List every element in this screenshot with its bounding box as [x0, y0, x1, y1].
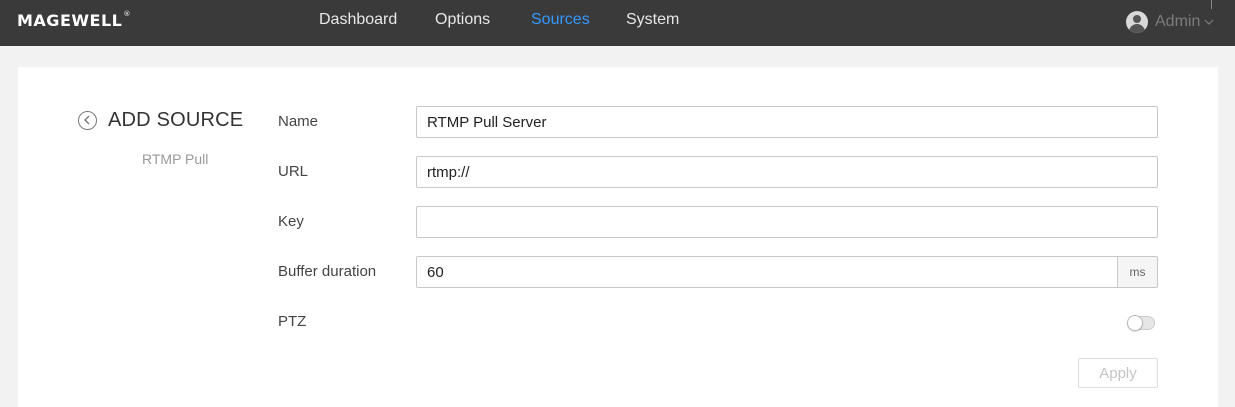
name-field[interactable]: [416, 106, 1158, 138]
top-navigation-bar: MAGEWELL® Dashboard Options Sources Syst…: [0, 0, 1235, 46]
apply-button[interactable]: Apply: [1078, 358, 1158, 388]
key-label: Key: [278, 213, 304, 230]
source-type-subtitle: RTMP Pull: [142, 151, 209, 167]
page-title: ADD SOURCE: [108, 109, 244, 131]
chevron-left-circle-icon: [78, 111, 97, 130]
ptz-toggle[interactable]: [1127, 315, 1155, 331]
url-field[interactable]: [416, 156, 1158, 188]
chevron-down-icon: [1204, 17, 1214, 27]
ptz-label: PTZ: [278, 313, 307, 330]
key-field[interactable]: [416, 206, 1158, 238]
toggle-knob: [1127, 315, 1143, 331]
logo-text: MAGEWELL: [17, 11, 123, 30]
nav-system[interactable]: System: [626, 11, 679, 29]
buffer-duration-label: Buffer duration: [278, 263, 377, 280]
buffer-duration-field[interactable]: [416, 256, 1118, 288]
scrollbar-marker: [1211, 0, 1212, 9]
nav-options[interactable]: Options: [435, 11, 490, 29]
back-button[interactable]: ADD SOURCE: [78, 109, 243, 132]
name-label: Name: [278, 113, 319, 130]
registered-mark: ®: [123, 10, 131, 18]
user-name: Admin: [1155, 13, 1201, 30]
nav-dashboard[interactable]: Dashboard: [319, 11, 397, 29]
user-menu[interactable]: Admin: [1126, 9, 1214, 35]
buffer-unit-addon: ms: [1117, 256, 1158, 288]
magewell-logo[interactable]: MAGEWELL®: [17, 10, 131, 30]
url-label: URL: [278, 163, 309, 180]
nav-sources[interactable]: Sources: [531, 11, 590, 29]
user-avatar-icon: [1126, 11, 1148, 33]
